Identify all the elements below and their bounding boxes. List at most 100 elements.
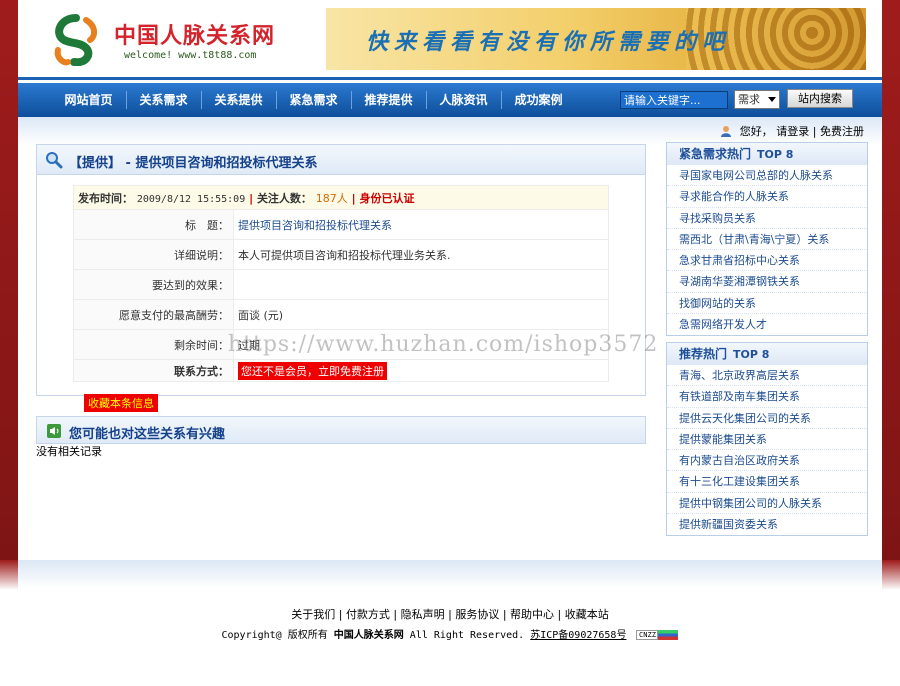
main-nav: 网站首页 关系需求 关系提供 紧急需求 推荐提供 人脉资讯 成功案例 需求 站内… [18, 83, 882, 117]
search-icon [46, 152, 63, 169]
footer-link-about[interactable]: 关于我们 [291, 608, 335, 621]
urgent-box: 紧急需求热门 TOP 8 寻国家电网公司总部的人脉关系 寻求能合作的人脉关系 寻找… [666, 142, 868, 337]
table-row: 愿意支付的最高酬劳： 面谈 (元) [73, 299, 609, 330]
recommend-item[interactable]: 提供蒙能集团关系 [667, 429, 867, 451]
nav-recommend[interactable]: 推荐提供 [351, 83, 426, 117]
row-label: 愿意支付的最高酬劳： [73, 299, 234, 330]
contact-label: 联系方式： [73, 359, 234, 382]
footer-link-payment[interactable]: 付款方式 [346, 608, 390, 621]
urgent-item[interactable]: 需西北（甘肃\青海\宁夏）关系 [667, 229, 867, 251]
nav-urgent[interactable]: 紧急需求 [276, 83, 351, 117]
copyright-suffix: All Right Reserved. [409, 630, 525, 641]
recommend-item[interactable]: 有铁道部及南车集团关系 [667, 386, 867, 408]
publish-label: 发布时间： [78, 191, 133, 205]
header: 中国人脉关系网 welcome! www.t8t88.com 快来看看有没有你所… [18, 0, 882, 80]
row-label: 详细说明： [73, 239, 234, 270]
row-value: 面谈 (元) [233, 299, 609, 330]
speaker-icon [47, 424, 61, 438]
table-row: 要达到的效果： [73, 269, 609, 300]
banner-text: 快来看看有没有你所需要的吧 [366, 29, 731, 55]
footer-link-help[interactable]: 帮助中心 [510, 608, 554, 621]
right-frame [882, 0, 900, 590]
recommend-item[interactable]: 提供云天化集团公司的关系 [667, 408, 867, 429]
table-row: 发布时间： 2009/8/12 15:55:09 | 关注人数： 187人 | … [73, 185, 609, 210]
site-subtitle: welcome! www.t8t88.com [124, 50, 257, 61]
row-value: 您还不是会员，立即免费注册 [233, 359, 609, 382]
attention-label: 关注人数： [256, 191, 312, 205]
recommend-header: 推荐热门 TOP 8 [667, 343, 867, 365]
row-value: 本人可提供项目咨询和招投标代理业务关系. [233, 239, 609, 270]
recommend-item[interactable]: 提供新疆国资委关系 [667, 514, 867, 535]
row-label: 要达到的效果： [73, 269, 234, 300]
publish-time: 2009/8/12 15:55:09 [136, 193, 246, 205]
search-input[interactable] [620, 91, 728, 109]
footer-link-terms[interactable]: 服务协议 [455, 608, 499, 621]
row-label: 标 题： [73, 209, 234, 240]
recommend-item[interactable]: 青海、北京政界高层关系 [667, 365, 867, 387]
nav-offer[interactable]: 关系提供 [201, 83, 276, 117]
copyright-site: 中国人脉关系网 [333, 630, 404, 641]
nav-cases[interactable]: 成功案例 [501, 83, 576, 117]
row-value: 提供项目咨询和招投标代理关系 [233, 209, 609, 240]
urgent-title: 紧急需求热门 [679, 147, 752, 161]
register-link[interactable]: 免费注册 [820, 125, 864, 138]
copyright-prefix: Copyright@ 版权所有 [221, 630, 328, 641]
urgent-item[interactable]: 寻找采购员关系 [667, 208, 867, 229]
page: 中国人脉关系网 welcome! www.t8t88.com 快来看看有没有你所… [18, 0, 882, 686]
urgent-item[interactable]: 寻湖南华菱湘潭钢铁关系 [667, 271, 867, 293]
recommend-item[interactable]: 有十三化工建设集团关系 [667, 471, 867, 493]
copyright: Copyright@ 版权所有 中国人脉关系网 All Right Reserv… [18, 626, 882, 641]
login-links: 您好， 请登录 | 免费注册 [720, 123, 864, 139]
urgent-header: 紧急需求热门 TOP 8 [667, 143, 867, 165]
related-panel: 您可能也对这些关系有兴趣 [36, 416, 646, 444]
urgent-item[interactable]: 寻国家电网公司总部的人脉关系 [667, 165, 867, 187]
meta-separator: | [351, 191, 356, 205]
table-row: 详细说明： 本人可提供项目咨询和招投标代理业务关系. [73, 239, 609, 270]
table-row: 标 题： 提供项目咨询和招投标代理关系 [73, 209, 609, 240]
stats-icon [658, 630, 679, 640]
meta-cell: 发布时间： 2009/8/12 15:55:09 | 关注人数： 187人 | … [73, 185, 609, 210]
row-value [233, 269, 609, 300]
urgent-item[interactable]: 急需网络开发人才 [667, 314, 867, 335]
cnzz-badge[interactable]: CNZZ [636, 630, 659, 640]
table-row: 联系方式： 您还不是会员，立即免费注册 [73, 359, 609, 382]
empty-message: 没有相关记录 [36, 445, 102, 458]
search-button[interactable]: 站内搜索 [787, 89, 853, 108]
recommend-item[interactable]: 提供中钢集团公司的人脉关系 [667, 493, 867, 515]
search-type-value: 需求 [738, 93, 760, 106]
detail-title: 【提供】 - 提供项目咨询和招投标代理关系 [69, 156, 318, 171]
recommend-box: 推荐热门 TOP 8 青海、北京政界高层关系 有铁道部及南车集团关系 提供云天化集… [666, 342, 868, 537]
recommend-top: TOP 8 [733, 348, 770, 361]
footer-band [18, 560, 882, 588]
icp-link[interactable]: 苏ICP备09027658号 [530, 630, 626, 641]
site-title[interactable]: 中国人脉关系网 [114, 18, 275, 50]
footer-link-bookmark[interactable]: 收藏本站 [565, 608, 609, 621]
left-frame [0, 0, 18, 590]
urgent-item[interactable]: 找御网站的关系 [667, 293, 867, 315]
link-separator: | [812, 125, 817, 138]
chevron-down-icon [768, 97, 776, 102]
footer-link-privacy[interactable]: 隐私声明 [401, 608, 445, 621]
account-bar: 您好， 请登录 | 免费注册 [18, 117, 882, 145]
recommend-item[interactable]: 有内蒙古自治区政府关系 [667, 450, 867, 472]
greeting-text: 您好， [739, 125, 773, 138]
banner[interactable]: 快来看看有没有你所需要的吧 [326, 8, 866, 70]
urgent-item[interactable]: 急求甘肃省招标中心关系 [667, 250, 867, 272]
nav-home[interactable]: 网站首页 [51, 83, 126, 117]
title-link[interactable]: 提供项目咨询和招投标代理关系 [238, 219, 392, 232]
row-label: 剩余时间： [73, 329, 234, 360]
urgent-top: TOP 8 [757, 148, 794, 161]
login-link[interactable]: 请登录 [776, 125, 809, 138]
detail-panel: 【提供】 - 提供项目咨询和招投标代理关系 发布时间： 2009/8/12 15… [36, 144, 646, 396]
detail-panel-header: 【提供】 - 提供项目咨询和招投标代理关系 [37, 145, 645, 175]
nav-news[interactable]: 人脉资讯 [426, 83, 501, 117]
search-type-select[interactable]: 需求 [734, 90, 780, 109]
urgent-item[interactable]: 寻求能合作的人脉关系 [667, 186, 867, 208]
related-title: 您可能也对这些关系有兴趣 [69, 427, 226, 442]
watermark: https://www.huzhan.com/ishop3572 [228, 332, 659, 357]
register-now-button[interactable]: 您还不是会员，立即免费注册 [238, 361, 387, 380]
favorite-button[interactable]: 收藏本条信息 [84, 394, 158, 412]
meta-separator: | [249, 191, 254, 205]
nav-demand[interactable]: 关系需求 [126, 83, 201, 117]
user-icon [721, 126, 732, 137]
